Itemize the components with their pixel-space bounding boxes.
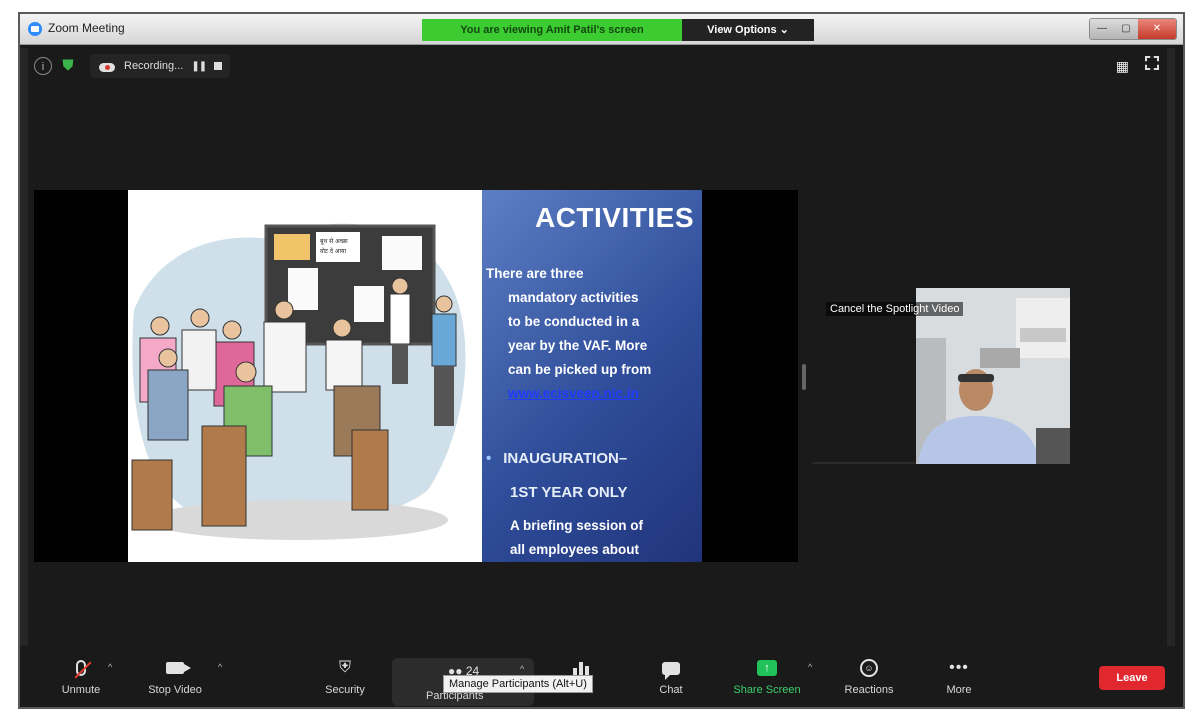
zoom-app-icon xyxy=(28,22,42,36)
slide-line: can be picked up from xyxy=(508,362,652,377)
title-bar: Zoom Meeting You are viewing Amit Patil'… xyxy=(20,14,1183,45)
voters-meeting-illustration: बूथ से अच्छा वोट दे आया xyxy=(131,223,466,540)
share-screen-label: Share Screen xyxy=(733,684,801,696)
stop-video-button[interactable]: Stop Video xyxy=(140,656,210,704)
maximize-button[interactable]: ▢ xyxy=(1113,19,1138,39)
stop-recording-icon[interactable] xyxy=(214,62,223,70)
video-options-chevron-icon[interactable]: ^ xyxy=(218,662,222,672)
meeting-top-bar: i ⛊ Recording... ❚❚ xyxy=(34,52,231,80)
slide-body: There are three mandatory activities to … xyxy=(486,262,696,406)
minimize-button[interactable]: — xyxy=(1090,19,1114,39)
meeting-controls-toolbar: Unmute ^ Stop Video ^ ⛨ Security ●● 24 P… xyxy=(20,646,1183,707)
encryption-shield-icon[interactable]: ⛊ xyxy=(60,57,76,75)
unmute-button[interactable]: Unmute xyxy=(46,656,116,704)
recording-indicator: Recording... ❚❚ xyxy=(90,54,231,78)
participants-options-chevron-icon[interactable]: ^ xyxy=(520,664,524,674)
slide-line: to be conducted in a xyxy=(508,314,640,329)
shared-screen: बूथ से अच्छा वोट दे आया ACTIVITIES There… xyxy=(34,190,798,562)
meeting-info-icon[interactable]: i xyxy=(34,57,52,75)
slide-sub-line: all employees about xyxy=(510,542,640,557)
slide-line: year by the VAF. More xyxy=(508,338,648,353)
fullscreen-icon[interactable] xyxy=(1145,56,1159,70)
video-camera-icon xyxy=(166,662,191,674)
slide-bullet: • INAUGURATION– xyxy=(486,450,628,467)
window-title: Zoom Meeting xyxy=(48,21,125,35)
right-edge xyxy=(1167,48,1175,648)
illustration-sign-text: बूथ से अच्छा xyxy=(320,237,348,245)
close-button[interactable]: ✕ xyxy=(1137,19,1176,39)
cloud-record-icon xyxy=(98,60,116,72)
recording-label: Recording... xyxy=(124,60,184,72)
chat-bubble-icon xyxy=(662,661,680,680)
slide-line: mandatory activities xyxy=(508,290,639,305)
slide-title: ACTIVITIES xyxy=(534,202,694,233)
slide-bullet-continued: 1ST YEAR ONLY xyxy=(510,484,628,501)
viewing-screen-banner: You are viewing Amit Patil's screen xyxy=(422,19,682,41)
illustration-sign-text-2: वोट दे आया xyxy=(320,247,347,255)
video-strip-divider xyxy=(812,462,918,464)
slide-subtext: A briefing session of all employees abou… xyxy=(510,514,700,562)
leave-button[interactable]: Leave xyxy=(1099,666,1165,690)
security-label: Security xyxy=(325,684,365,696)
slide-sub-line: A briefing session of xyxy=(510,518,644,533)
slide-link[interactable]: www.ecisveep.nic.in xyxy=(508,386,639,401)
slide-line: There are three xyxy=(486,266,584,281)
chat-label: Chat xyxy=(659,684,683,696)
presentation-slide: बूथ से अच्छा वोट दे आया ACTIVITIES There… xyxy=(128,190,702,562)
more-button[interactable]: ••• More xyxy=(924,656,994,704)
split-view-drag-handle[interactable] xyxy=(802,364,806,390)
reactions-smiley-icon: ☺ xyxy=(860,659,878,677)
participants-tooltip: Manage Participants (Alt+U) xyxy=(443,675,593,693)
share-screen-button[interactable]: ↑ Share Screen xyxy=(732,656,802,704)
audio-options-chevron-icon[interactable]: ^ xyxy=(108,662,112,672)
pause-recording-icon[interactable]: ❚❚ xyxy=(191,61,207,72)
polls-bar-chart-icon xyxy=(573,660,589,676)
left-edge xyxy=(20,48,28,648)
more-dots-icon: ••• xyxy=(949,659,969,676)
view-options-button[interactable]: View Options ⌄ xyxy=(682,19,814,41)
microphone-muted-icon xyxy=(74,660,92,679)
reactions-label: Reactions xyxy=(844,684,894,696)
chat-button[interactable]: Chat xyxy=(636,656,706,704)
slide-illustration: बूथ से अच्छा वोट दे आया xyxy=(128,190,482,562)
security-shield-icon: ⛨ xyxy=(338,659,351,676)
bullet-text: INAUGURATION– xyxy=(503,450,628,467)
reactions-button[interactable]: ☺ Reactions xyxy=(834,656,904,704)
gallery-view-icon[interactable]: ▦ xyxy=(1116,58,1129,75)
more-label: More xyxy=(946,684,972,696)
window-controls: — ▢ ✕ xyxy=(1089,18,1177,40)
security-button[interactable]: ⛨ Security xyxy=(310,656,380,704)
slide-text-panel: ACTIVITIES There are three mandatory act… xyxy=(482,190,702,562)
cancel-spotlight-label[interactable]: Cancel the Spotlight Video xyxy=(826,302,964,316)
unmute-label: Unmute xyxy=(61,684,101,696)
zoom-window: Zoom Meeting You are viewing Amit Patil'… xyxy=(18,12,1185,709)
share-options-chevron-icon[interactable]: ^ xyxy=(808,662,812,672)
stop-video-label: Stop Video xyxy=(148,684,202,696)
share-screen-arrow-icon: ↑ xyxy=(757,660,777,676)
